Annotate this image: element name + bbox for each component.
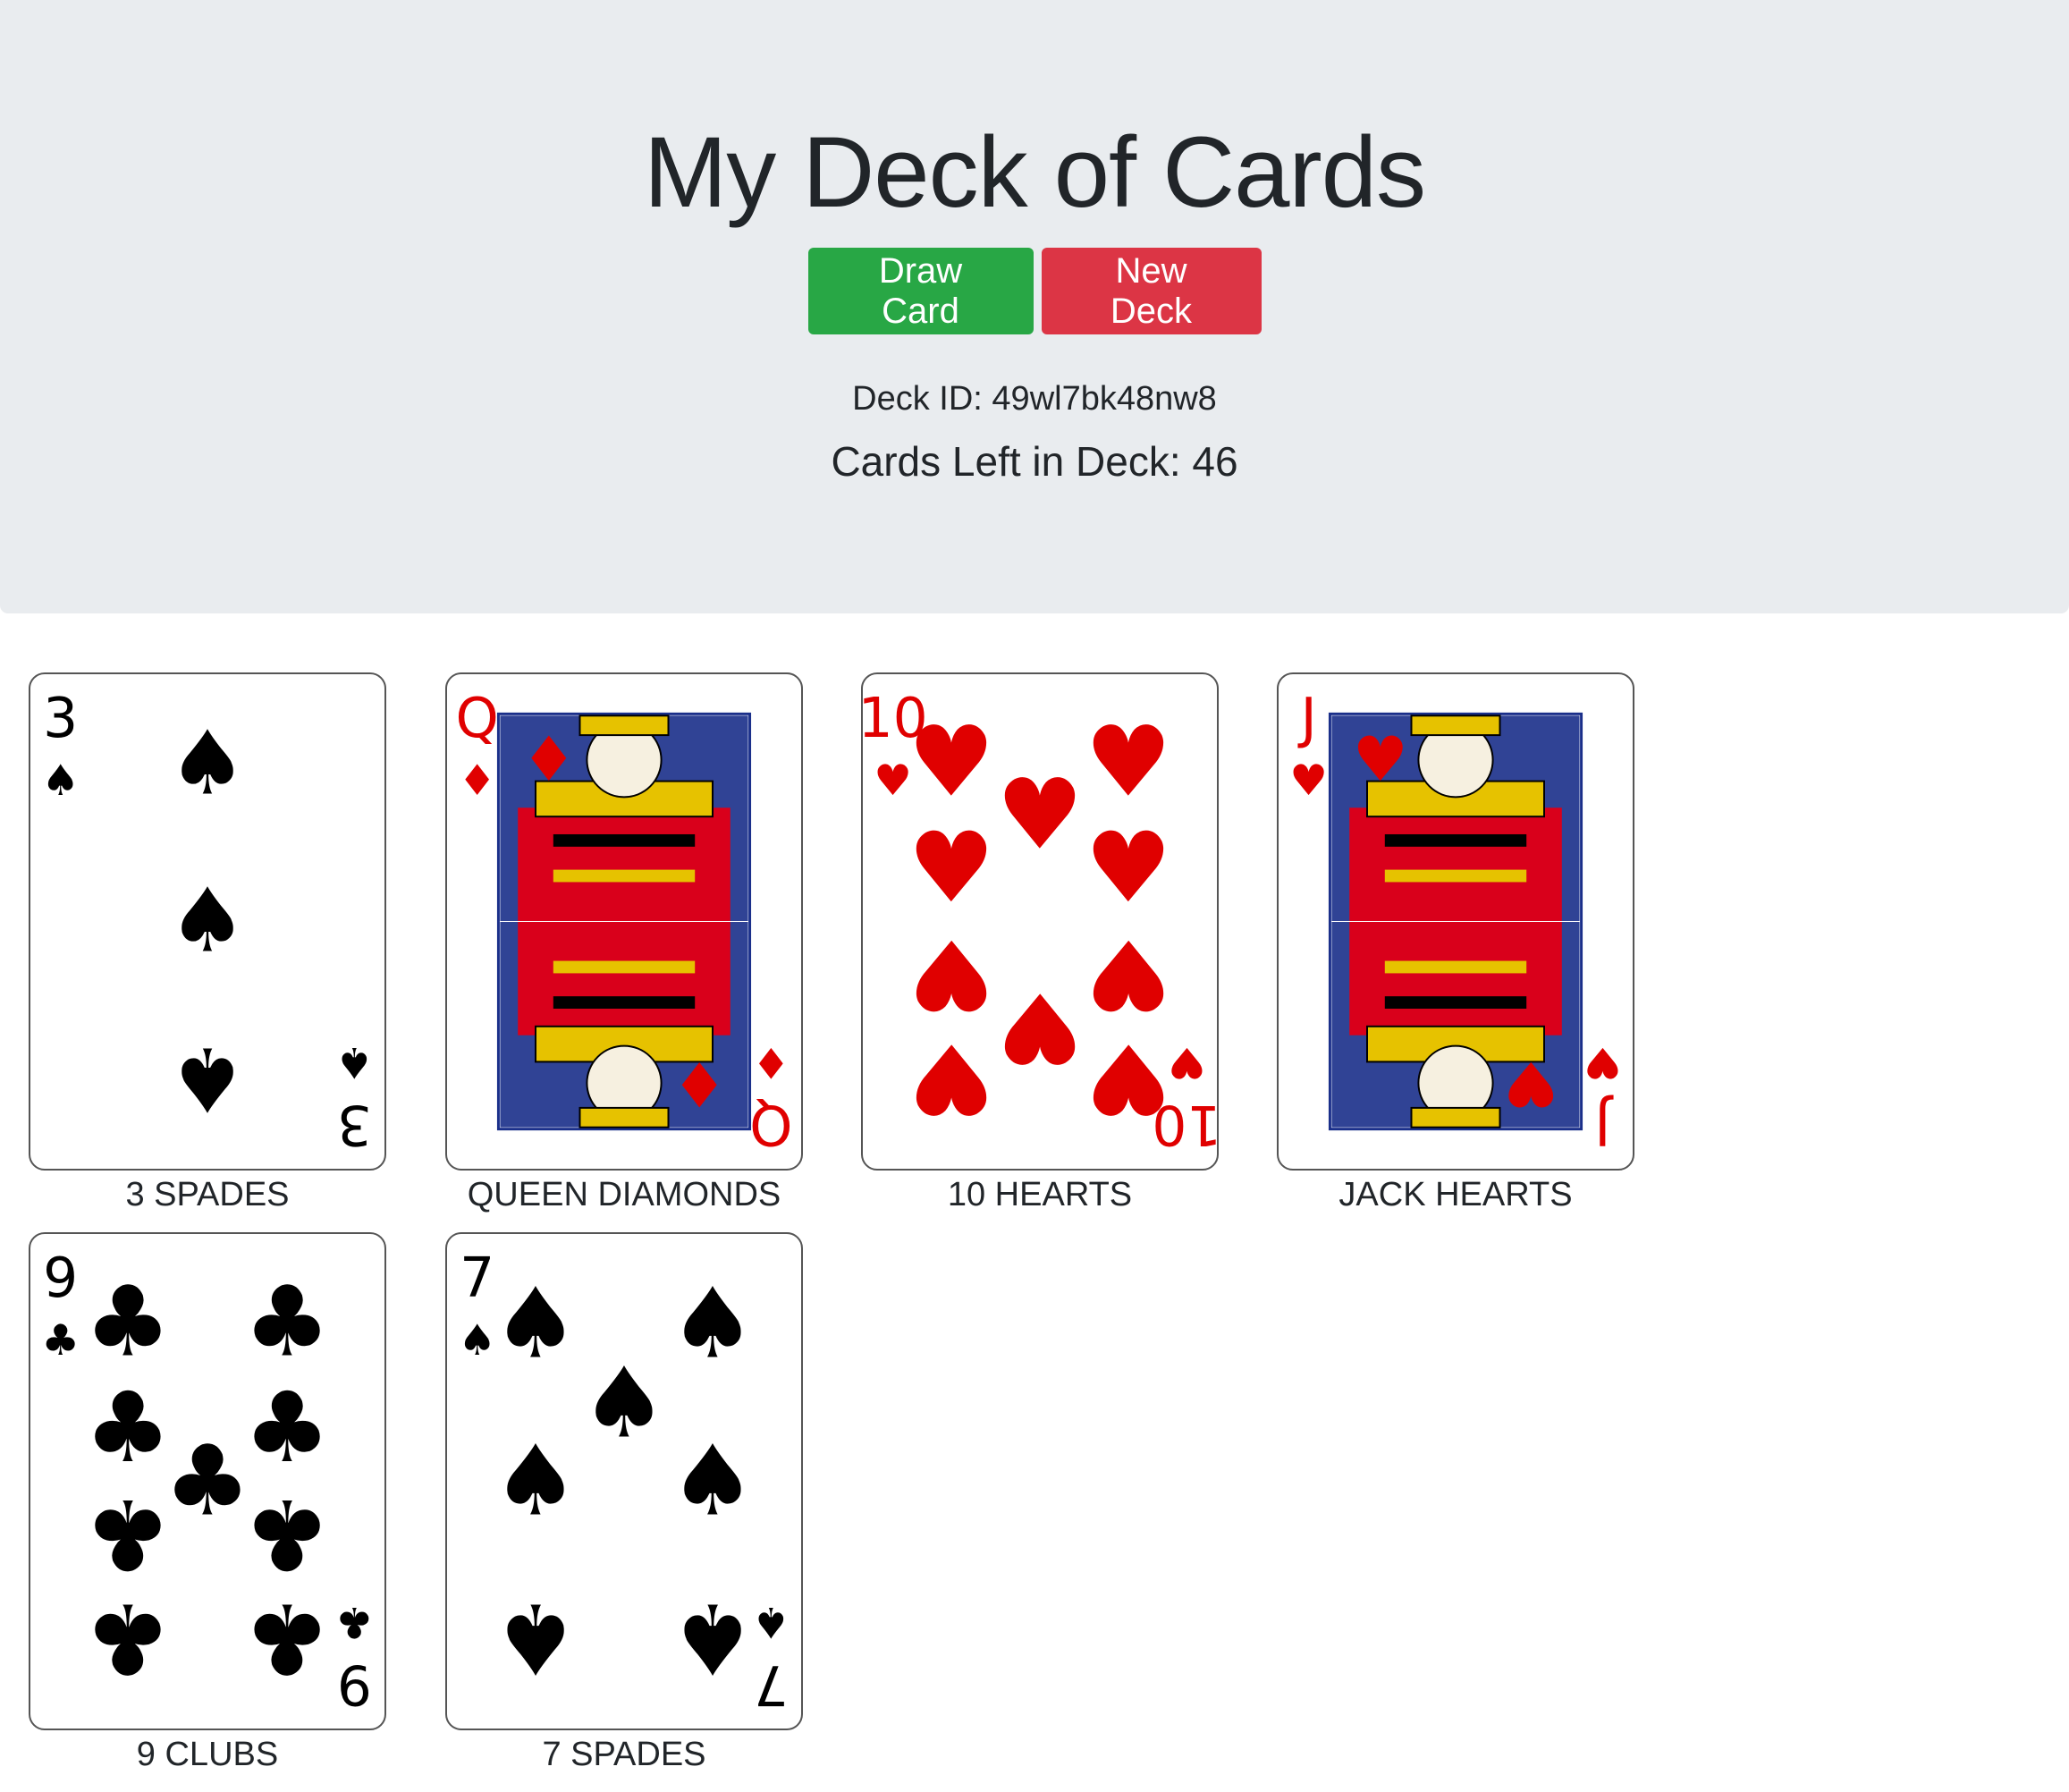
suit-pip-icon: ♠ (168, 712, 248, 815)
suit-pip-icon: ♥ (908, 917, 995, 1031)
suit-pip-icon: ♠ (492, 1424, 579, 1538)
suit-pip-icon: ♥ (908, 811, 995, 925)
nine-of-clubs-icon: ♣ ♣♣ ♣♣♣ ♣♣ ♣9♣9♣ (41, 1247, 374, 1716)
card-rank-corner: J (1297, 687, 1317, 750)
card-caption: 10 HEARTS (947, 1176, 1133, 1213)
three-of-spades-icon: ♠ ♠ ♠ 3 ♠ 3 ♠ (41, 687, 374, 1156)
suit-pip-icon: ♣ (164, 1424, 251, 1538)
card-image: ♠ ♠ ♠ ♠ ♠ ♠ ♠ 7 ♠ 7 ♠ (445, 1232, 803, 1730)
suit-pip-icon: ♠ (168, 1027, 248, 1130)
card-image: ♣ ♣ ♣ ♣ ♣ ♣ ♣ ♣ ♣ 9 ♣ 9 ♣ (29, 1232, 386, 1730)
card-item: ♥ ♥ J ♥ J ♥ JACK HEARTS (1268, 672, 1643, 1215)
suit-pip-icon: ♠ (492, 1266, 579, 1380)
corner-suit-icon: ♠ (458, 1316, 496, 1365)
suit-pip-icon: ♠ (669, 1582, 756, 1695)
suit-pip-icon: ♥ (908, 1022, 995, 1136)
suit-pip-icon: ♥ (996, 758, 1084, 872)
corner-suit-icon: ♠ (335, 1037, 374, 1086)
suit-pip-icon: ♥ (1085, 917, 1172, 1031)
corner-suit-icon: ♦ (752, 1037, 790, 1086)
card-rank-corner: 7 (460, 1247, 494, 1310)
corner-suit-icon: ♠ (752, 1597, 790, 1646)
card-rank-corner: 10 (1152, 1093, 1217, 1156)
card-item: ♠ ♠ ♠ ♠ ♠ ♠ ♠ 7 ♠ 7 ♠ 7 SPADES (436, 1232, 812, 1775)
suit-pip-icon: ♥ (1085, 811, 1172, 925)
card-rank-corner: 9 (337, 1653, 372, 1716)
suit-pip-icon: ♠ (168, 870, 248, 973)
ten-of-hearts-icon: ♥ ♥♥♥ ♥♥ ♥♥♥ ♥10♥10♥ (863, 687, 1217, 1156)
card-caption: JACK HEARTS (1339, 1176, 1573, 1213)
suit-pip-icon: ♣ (243, 1477, 331, 1591)
card-caption: 3 SPADES (125, 1176, 290, 1213)
card-item: ♦ ♦ Q ♦ Q ♦ QUEEN DIAMONDS (436, 672, 812, 1215)
court-suit-icon: ♥ (1353, 724, 1408, 796)
card-caption: 7 SPADES (542, 1736, 706, 1773)
card-image: ♥ ♥ ♥ ♥ ♥ ♥ ♥ ♥ ♥ ♥ 10 ♥ 10 ♥ (861, 672, 1219, 1171)
corner-suit-icon: ♣ (335, 1597, 374, 1646)
corner-suit-icon: ♥ (1289, 757, 1328, 806)
card-caption: QUEEN DIAMONDS (467, 1176, 781, 1213)
card-rank-corner: 10 (863, 687, 928, 750)
jack-of-hearts-icon: ♥ ♥ J ♥ J ♥ (1289, 687, 1622, 1156)
court-suit-icon: ♦ (521, 724, 577, 796)
corner-suit-icon: ♠ (41, 757, 80, 806)
suit-pip-icon: ♣ (243, 1371, 331, 1484)
card-rank-corner: 9 (43, 1247, 78, 1310)
corner-suit-icon: ♥ (1168, 1037, 1206, 1086)
suit-pip-icon: ♠ (492, 1582, 579, 1695)
court-suit-icon: ♥ (1503, 1047, 1558, 1119)
suit-pip-icon: ♣ (84, 1264, 172, 1378)
corner-suit-icon: ♥ (1583, 1037, 1622, 1086)
card-caption: 9 CLUBS (136, 1736, 279, 1773)
card-item: ♣ ♣ ♣ ♣ ♣ ♣ ♣ ♣ ♣ 9 ♣ 9 ♣ 9 CLUBS (20, 1232, 395, 1775)
card-rank-corner: 3 (43, 687, 78, 750)
card-grid: ♠ ♠ ♠ 3 ♠ 3 ♠ 3 SPADES ♦ ♦ Q ♦ Q ♦ QUEEN DIAMONDS ♥… (0, 0, 2069, 1792)
card-rank-corner: 7 (754, 1653, 789, 1716)
card-item: ♥ ♥ ♥ ♥ ♥ ♥ ♥ ♥ ♥ ♥ 10 ♥ 10 ♥ 10 HEARTS (852, 672, 1228, 1215)
suit-pip-icon: ♥ (1085, 705, 1172, 818)
court-suit-icon: ♦ (671, 1047, 727, 1119)
card-image: ♥ ♥ J ♥ J ♥ (1277, 672, 1634, 1171)
suit-pip-icon: ♣ (243, 1582, 331, 1695)
corner-suit-icon: ♣ (41, 1316, 80, 1365)
suit-pip-icon: ♣ (84, 1582, 172, 1695)
queen-of-diamonds-icon: ♦ ♦ Q ♦ Q ♦ (456, 687, 793, 1156)
card-image: ♠ ♠ ♠ 3 ♠ 3 ♠ (29, 672, 386, 1171)
suit-pip-icon: ♣ (243, 1264, 331, 1378)
card-rank-corner: 3 (337, 1093, 372, 1156)
corner-suit-icon: ♦ (458, 757, 496, 806)
card-item: ♠ ♠ ♠ 3 ♠ 3 ♠ 3 SPADES (20, 672, 395, 1215)
seven-of-spades-icon: ♠ ♠♠♠ ♠♠ ♠7♠7♠ (458, 1247, 790, 1716)
suit-pip-icon: ♥ (996, 970, 1084, 1084)
card-rank-corner: Q (456, 687, 499, 750)
suit-pip-icon: ♣ (84, 1371, 172, 1484)
card-image: ♦ ♦ Q ♦ Q ♦ (445, 672, 803, 1171)
suit-pip-icon: ♠ (669, 1266, 756, 1380)
suit-pip-icon: ♠ (669, 1424, 756, 1538)
suit-pip-icon: ♠ (580, 1346, 668, 1459)
card-rank-corner: J (1594, 1093, 1614, 1156)
card-rank-corner: Q (749, 1093, 792, 1156)
suit-pip-icon: ♣ (84, 1477, 172, 1591)
corner-suit-icon: ♥ (874, 757, 912, 806)
